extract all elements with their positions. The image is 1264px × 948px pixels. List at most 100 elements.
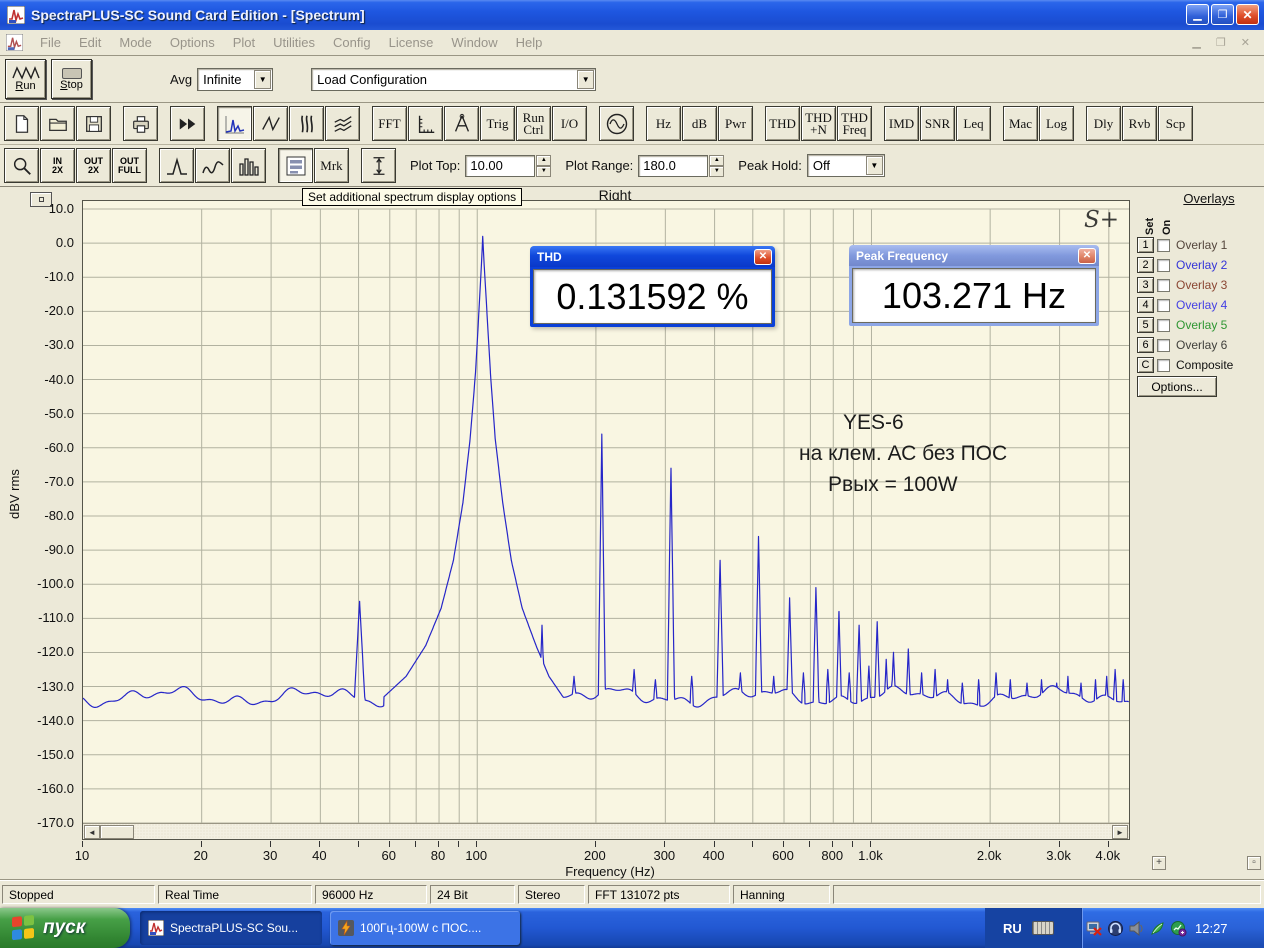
- volume-icon[interactable]: [1128, 920, 1145, 937]
- overlay-set-button-2[interactable]: 2: [1137, 257, 1154, 273]
- spectrum-view-button[interactable]: [217, 106, 252, 141]
- hz-units-button[interactable]: Hz: [646, 106, 681, 141]
- narrowband-plot-button[interactable]: [159, 148, 194, 183]
- overlay-set-button-C[interactable]: C: [1137, 357, 1154, 373]
- thd-window-titlebar[interactable]: THD ✕: [530, 246, 775, 267]
- octave-plot-button[interactable]: [195, 148, 230, 183]
- plot-range-spinner[interactable]: ▲ ▼: [709, 154, 725, 177]
- leq-button[interactable]: Leq: [956, 106, 991, 141]
- run-control-button[interactable]: Run Ctrl: [516, 106, 551, 141]
- chevron-down-icon[interactable]: ▼: [865, 156, 883, 175]
- overlay-on-checkbox-5[interactable]: [1157, 318, 1170, 332]
- snr-button[interactable]: SNR: [920, 106, 955, 141]
- green-utility-icon[interactable]: [1149, 920, 1166, 937]
- load-configuration-combo[interactable]: Load Configuration ▼: [311, 67, 597, 91]
- calibration-button[interactable]: [444, 106, 479, 141]
- imd-button[interactable]: IMD: [884, 106, 919, 141]
- thd-n-button[interactable]: THD +N: [801, 106, 836, 141]
- db-units-button[interactable]: dB: [682, 106, 717, 141]
- scrollbar-thumb[interactable]: [100, 825, 134, 839]
- macro-button[interactable]: Mac: [1003, 106, 1038, 141]
- peak-frequency-window[interactable]: Peak Frequency ✕ 103.271 Hz: [849, 245, 1099, 326]
- overlay-set-button-4[interactable]: 4: [1137, 297, 1154, 313]
- thd-window[interactable]: THD ✕ 0.131592 %: [530, 246, 775, 327]
- close-icon[interactable]: ✕: [754, 248, 772, 265]
- monitor-chart-icon[interactable]: [1170, 920, 1187, 937]
- menu-help[interactable]: Help: [507, 35, 552, 50]
- overlay-on-checkbox-6[interactable]: [1157, 338, 1170, 352]
- thd-freq-button[interactable]: THD Freq: [837, 106, 872, 141]
- plot-top-spinner[interactable]: ▲ ▼: [536, 154, 552, 177]
- zoom-out-full-button[interactable]: OUT FULL: [112, 148, 147, 183]
- scroll-left-arrow[interactable]: ◄: [84, 825, 100, 839]
- trigger-button[interactable]: Trig: [480, 106, 515, 141]
- mdi-window-buttons[interactable]: ▁ ❐ ✕: [1192, 36, 1256, 49]
- avg-combo[interactable]: Infinite ▼: [197, 67, 274, 91]
- stop-button[interactable]: Stop: [51, 59, 92, 99]
- spectrogram-view-button[interactable]: [289, 106, 324, 141]
- menu-edit[interactable]: Edit: [70, 35, 110, 50]
- menu-license[interactable]: License: [380, 35, 443, 50]
- menu-window[interactable]: Window: [442, 35, 506, 50]
- display-options-button[interactable]: [278, 148, 313, 183]
- run-button[interactable]: Run: [5, 59, 46, 99]
- restore-button[interactable]: ❐: [1211, 4, 1234, 25]
- overlays-header[interactable]: Overlays: [1159, 191, 1259, 206]
- menu-options[interactable]: Options: [161, 35, 224, 50]
- overlay-on-checkbox-2[interactable]: [1157, 258, 1170, 272]
- menu-mode[interactable]: Mode: [110, 35, 161, 50]
- overlay-on-checkbox-C[interactable]: [1157, 358, 1170, 372]
- peak-hold-combo[interactable]: Off ▼: [806, 154, 885, 177]
- signal-generator-button[interactable]: [599, 106, 634, 141]
- taskbar-item-spectraplus[interactable]: SpectraPLUS-SC Sou...: [140, 911, 322, 945]
- power-units-button[interactable]: Pwr: [718, 106, 753, 141]
- overlay-set-button-5[interactable]: 5: [1137, 317, 1154, 333]
- taskbar-item-player[interactable]: 100Гц-100W с ПОС....: [330, 911, 520, 945]
- menu-plot[interactable]: Plot: [224, 35, 264, 50]
- fft-settings-button[interactable]: FFT: [372, 106, 407, 141]
- overlay-on-checkbox-3[interactable]: [1157, 278, 1170, 292]
- logging-button[interactable]: Log: [1039, 106, 1074, 141]
- offline-monitor-icon[interactable]: [1086, 920, 1103, 937]
- scale-marker-icon[interactable]: [361, 148, 396, 183]
- close-icon[interactable]: ✕: [1078, 247, 1096, 264]
- open-file-button[interactable]: [40, 106, 75, 141]
- thd-button[interactable]: THD: [765, 106, 800, 141]
- chevron-down-icon[interactable]: ▼: [577, 69, 595, 89]
- plot-horizontal-scrollbar[interactable]: ◄ ►: [83, 823, 1129, 839]
- print-button[interactable]: [123, 106, 158, 141]
- bar-plot-button[interactable]: [231, 148, 266, 183]
- plot-top-input[interactable]: 10.00: [465, 154, 536, 177]
- io-device-button[interactable]: I/O: [552, 106, 587, 141]
- new-file-button[interactable]: [4, 106, 39, 141]
- marker-button[interactable]: Mrk: [314, 148, 349, 183]
- plot-range-input[interactable]: 180.0: [638, 154, 709, 177]
- scroll-right-arrow[interactable]: ►: [1112, 825, 1128, 839]
- minimize-button[interactable]: ▁: [1186, 4, 1209, 25]
- peak-frequency-titlebar[interactable]: Peak Frequency ✕: [849, 245, 1099, 266]
- save-button[interactable]: [76, 106, 111, 141]
- overlay-on-checkbox-4[interactable]: [1157, 298, 1170, 312]
- overlay-on-checkbox-1[interactable]: [1157, 238, 1170, 252]
- zoom-out-2x-button[interactable]: OUT 2X: [76, 148, 111, 183]
- menu-config[interactable]: Config: [324, 35, 380, 50]
- reverb-button[interactable]: Rvb: [1122, 106, 1157, 141]
- fast-forward-icon[interactable]: [170, 106, 205, 141]
- overlay-set-button-3[interactable]: 3: [1137, 277, 1154, 293]
- overlays-options-button[interactable]: Options...: [1137, 376, 1217, 397]
- menu-utilities[interactable]: Utilities: [264, 35, 324, 50]
- surface-view-button[interactable]: [325, 106, 360, 141]
- delay-button[interactable]: Dly: [1086, 106, 1121, 141]
- language-indicator[interactable]: RU: [985, 908, 1081, 948]
- time-series-view-button[interactable]: [253, 106, 288, 141]
- zoom-icon[interactable]: [4, 148, 39, 183]
- overlay-set-button-6[interactable]: 6: [1137, 337, 1154, 353]
- scaling-button[interactable]: [408, 106, 443, 141]
- chevron-down-icon[interactable]: ▼: [254, 69, 272, 89]
- headset-icon[interactable]: [1107, 920, 1124, 937]
- close-button[interactable]: ✕: [1236, 4, 1259, 25]
- scope-button[interactable]: Scp: [1158, 106, 1193, 141]
- menu-file[interactable]: File: [31, 35, 70, 50]
- start-button[interactable]: пуск: [0, 908, 130, 948]
- zoom-in-2x-button[interactable]: IN 2X: [40, 148, 75, 183]
